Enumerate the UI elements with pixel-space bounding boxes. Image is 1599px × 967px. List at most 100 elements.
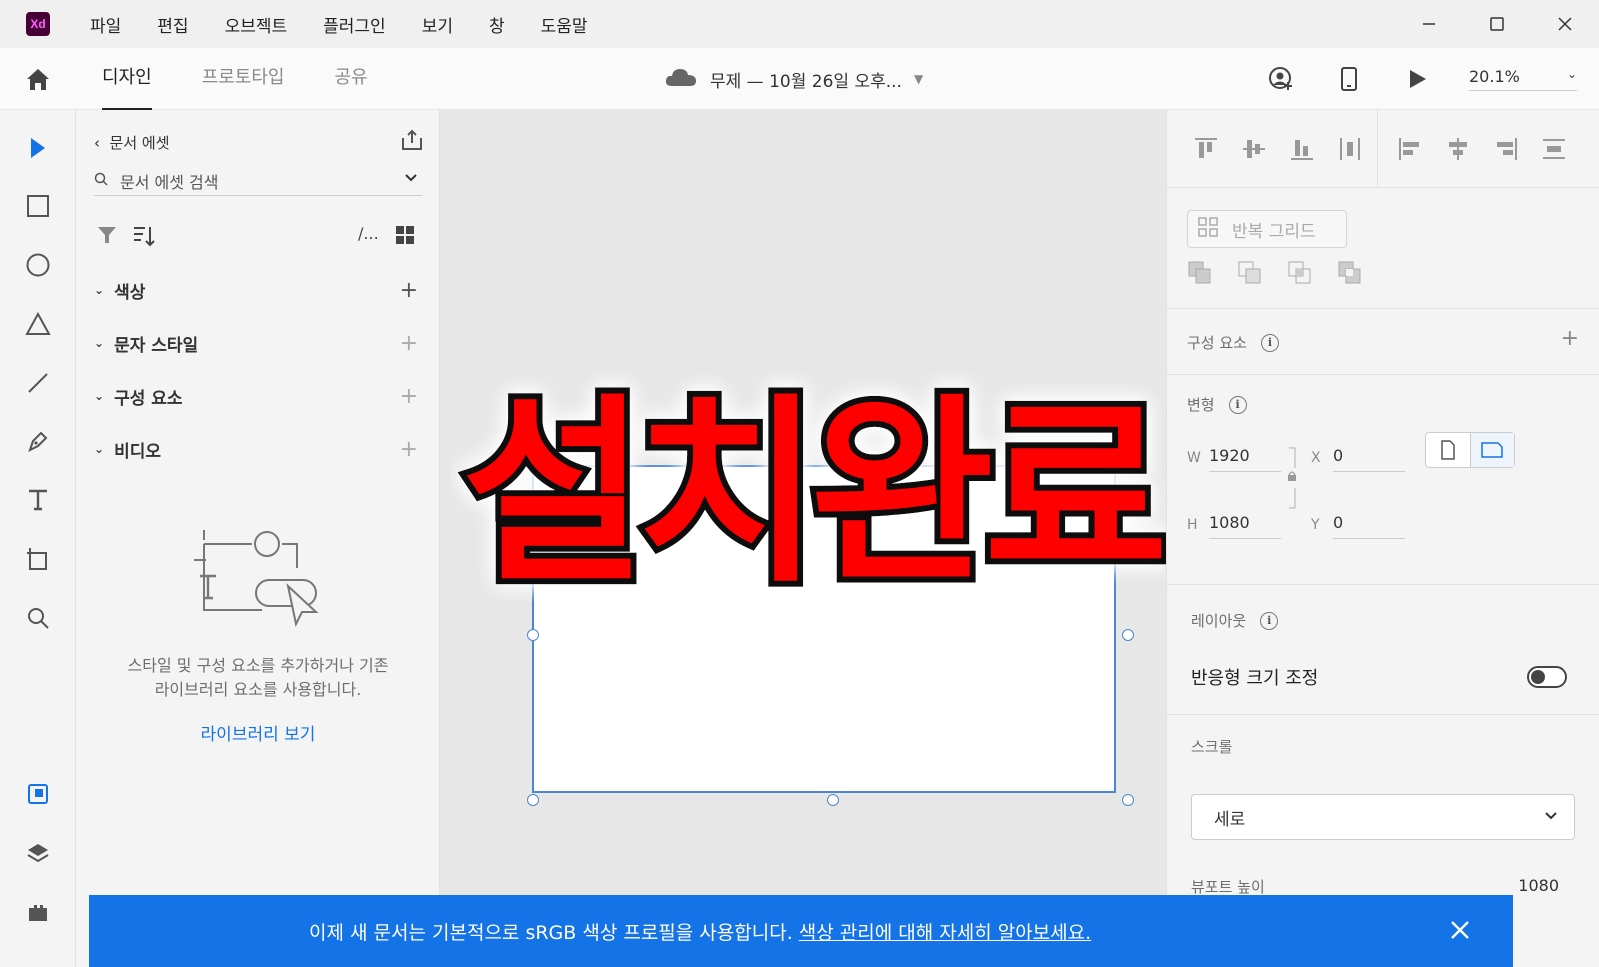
section-character-styles[interactable]: ⌄ 문자 스타일 + — [94, 329, 422, 357]
back-label: 문서 에셋 — [109, 134, 170, 152]
menu-view[interactable]: 보기 — [422, 12, 453, 37]
list-view-icon[interactable]: /... — [358, 224, 379, 243]
zoom-select[interactable]: 20.1% ⌄ — [1469, 67, 1577, 91]
width-label: W — [1187, 450, 1201, 466]
color-management-link[interactable]: 색상 관리에 대해 자세히 알아보세요. — [799, 918, 1091, 945]
add-video-icon[interactable]: + — [400, 437, 418, 462]
boolean-intersect-icon[interactable] — [1287, 260, 1313, 290]
maximize-icon[interactable] — [1463, 0, 1531, 48]
sort-icon[interactable] — [132, 224, 156, 252]
info-icon[interactable]: i — [1260, 611, 1279, 630]
scroll-select-value: 세로 — [1214, 809, 1246, 830]
resize-handle[interactable] — [1122, 629, 1134, 641]
plugins-icon[interactable] — [24, 898, 52, 926]
cloud-icon — [664, 66, 698, 93]
view-libraries-link[interactable]: 라이브러리 보기 — [94, 720, 422, 745]
menu-edit[interactable]: 편집 — [157, 12, 188, 37]
invite-user-icon[interactable] — [1265, 63, 1297, 95]
menu-file[interactable]: 파일 — [90, 12, 121, 37]
repeat-grid-button[interactable]: 반복 그리드 — [1187, 210, 1347, 248]
title-bar: Xd 파일 편집 오브젝트 플러그인 보기 창 도움말 — [0, 0, 1599, 48]
add-color-icon[interactable]: + — [400, 278, 418, 303]
width-field[interactable]: 1920 — [1209, 446, 1281, 472]
resize-handle[interactable] — [527, 629, 539, 641]
grid-view-icon[interactable] — [394, 224, 416, 250]
play-icon[interactable] — [1401, 63, 1433, 95]
chevron-down-icon[interactable]: ▼ — [914, 72, 923, 86]
x-field[interactable]: 0 — [1333, 446, 1405, 472]
chevron-left-icon: ‹ — [94, 134, 100, 152]
minimize-icon[interactable] — [1395, 0, 1463, 48]
chevron-down-icon[interactable] — [404, 172, 418, 186]
layers-icon[interactable] — [24, 839, 52, 867]
menu-help[interactable]: 도움말 — [541, 12, 588, 37]
resize-handle[interactable] — [527, 794, 539, 806]
artboard-tool-icon[interactable] — [24, 545, 52, 573]
align-middle-icon[interactable] — [1241, 136, 1267, 162]
menu-window[interactable]: 창 — [489, 12, 505, 37]
distribute-vertical-icon[interactable] — [1541, 136, 1567, 162]
tool-rail — [0, 110, 76, 967]
pen-tool-icon[interactable] — [24, 427, 52, 455]
boolean-exclude-icon[interactable] — [1337, 260, 1363, 290]
scroll-select[interactable]: 세로 — [1191, 794, 1575, 840]
close-icon[interactable] — [1531, 0, 1599, 48]
align-top-icon[interactable] — [1193, 136, 1219, 162]
asset-filters: /... — [94, 222, 422, 250]
ellipse-tool-icon[interactable] — [24, 251, 52, 279]
portrait-icon[interactable] — [1426, 433, 1470, 467]
line-tool-icon[interactable] — [24, 369, 52, 397]
section-components[interactable]: ⌄ 구성 요소 + — [94, 382, 422, 410]
chevron-down-icon: ⌄ — [94, 389, 105, 403]
info-icon[interactable]: i — [1228, 395, 1247, 414]
y-field[interactable]: 0 — [1333, 513, 1405, 539]
info-icon[interactable]: i — [1260, 333, 1279, 352]
menu-object[interactable]: 오브젝트 — [225, 12, 288, 37]
boolean-subtract-icon[interactable] — [1237, 260, 1263, 290]
filter-icon[interactable] — [96, 224, 118, 250]
zoom-tool-icon[interactable] — [24, 604, 52, 632]
section-video[interactable]: ⌄ 비디오 + — [94, 435, 422, 463]
search-placeholder: 문서 에셋 검색 — [120, 172, 219, 192]
rectangle-tool-icon[interactable] — [24, 192, 52, 220]
add-character-style-icon[interactable]: + — [400, 331, 418, 356]
menu-plugins[interactable]: 플러그인 — [323, 12, 386, 37]
tab-design[interactable]: 디자인 — [102, 48, 152, 110]
lock-aspect-icon[interactable] — [1285, 446, 1299, 514]
align-center-icon[interactable] — [1445, 136, 1471, 162]
viewport-height: 뷰포트 높이 1080 — [1191, 876, 1575, 897]
assets-panel: ‹ 문서 에셋 문서 에셋 검색 /... ⌄ 색상 + ⌄ 문자 스타일 + — [76, 110, 440, 967]
height-field[interactable]: 1080 — [1209, 513, 1281, 539]
align-left-icon[interactable] — [1397, 136, 1423, 162]
responsive-resize-toggle[interactable] — [1527, 666, 1567, 688]
align-bottom-icon[interactable] — [1289, 136, 1315, 162]
asset-search[interactable]: 문서 에셋 검색 — [94, 166, 422, 196]
back-button[interactable]: ‹ 문서 에셋 — [94, 132, 170, 153]
section-colors[interactable]: ⌄ 색상 + — [94, 276, 422, 304]
mobile-preview-icon[interactable] — [1333, 63, 1365, 95]
assets-panel-icon[interactable] — [24, 780, 52, 808]
add-component-icon[interactable]: + — [400, 384, 418, 409]
close-icon[interactable] — [1447, 917, 1473, 943]
document-title[interactable]: 무제 — 10월 26일 오후... ▼ — [664, 48, 923, 110]
install-complete-overlay: 설치완료 — [456, 372, 1170, 602]
add-component-icon[interactable]: + — [1561, 326, 1579, 351]
divider — [1167, 714, 1599, 715]
resize-handle[interactable] — [1122, 794, 1134, 806]
tab-prototype[interactable]: 프로토타입 — [202, 48, 285, 110]
share-export-icon[interactable] — [400, 128, 424, 156]
text-tool-icon[interactable] — [24, 486, 52, 514]
tab-share[interactable]: 공유 — [335, 48, 368, 110]
home-icon[interactable] — [24, 66, 52, 92]
select-tool-icon[interactable] — [24, 134, 52, 162]
landscape-icon[interactable] — [1469, 433, 1514, 467]
viewport-height-field[interactable]: 1080 — [1518, 876, 1559, 895]
boolean-add-icon[interactable] — [1187, 260, 1213, 290]
components-header: 구성 요소 i — [1187, 332, 1279, 353]
xd-logo: Xd — [26, 12, 50, 36]
distribute-horizontal-icon[interactable] — [1337, 136, 1363, 162]
align-right-icon[interactable] — [1493, 136, 1519, 162]
divider — [1167, 584, 1599, 585]
resize-handle[interactable] — [827, 794, 839, 806]
polygon-tool-icon[interactable] — [24, 310, 52, 338]
